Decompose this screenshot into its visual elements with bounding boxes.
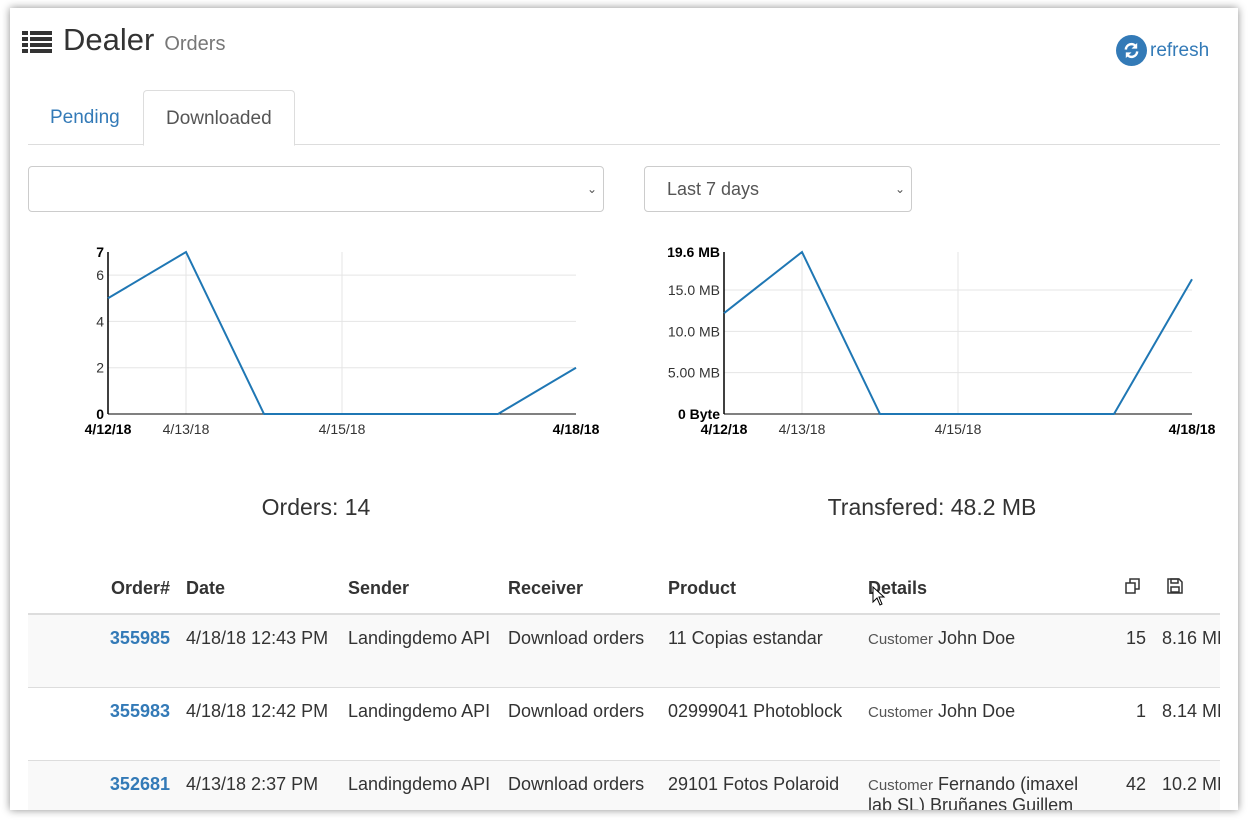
column-header-product[interactable]: Product	[660, 564, 860, 615]
y-tick-label: 19.6 MB	[667, 244, 720, 260]
tab-bar: Pending Downloaded	[28, 90, 1220, 146]
y-tick-label: 7	[96, 244, 104, 260]
copies-cell: 42	[1106, 759, 1154, 810]
x-tick-label: 4/18/18	[1169, 421, 1216, 437]
date-cell: 4/13/18 2:37 PM	[178, 759, 340, 810]
date-cell: 4/18/18 12:43 PM	[178, 613, 340, 687]
page-title: Dealer	[63, 22, 155, 57]
order-link[interactable]: 352681	[110, 774, 170, 794]
x-tick-label: 4/18/18	[553, 421, 600, 437]
y-tick-label: 0	[96, 406, 104, 422]
page-header: Dealer Orders	[22, 22, 225, 58]
transferred-total: Transfered: 48.2 MB	[827, 494, 1037, 520]
size-cell: 8.16 MB	[1154, 613, 1220, 687]
table-header-row: Order# Date Sender Receiver Product Deta…	[28, 564, 1220, 615]
orders-count: Orders: 14	[261, 494, 371, 520]
y-tick-label: 6	[96, 267, 104, 283]
details-label: Customer	[868, 776, 934, 794]
column-header-order[interactable]: Order#	[28, 564, 178, 615]
order-link[interactable]: 355985	[110, 628, 170, 648]
x-tick-label: 4/12/18	[85, 421, 132, 437]
column-header-sender[interactable]: Sender	[340, 564, 500, 615]
sender-cell: Landingdemo API	[340, 759, 500, 810]
account-select[interactable]: ⌄	[28, 166, 604, 212]
order-cell: 355983	[28, 686, 178, 760]
tab-downloaded[interactable]: Downloaded	[143, 90, 295, 146]
save-icon	[1167, 578, 1183, 594]
chevron-down-icon: ⌄	[586, 182, 597, 196]
product-cell: 02999041 Photoblock	[660, 686, 860, 760]
column-header-size[interactable]	[1154, 564, 1220, 615]
details-label: Customer	[868, 631, 934, 648]
y-tick-label: 2	[96, 360, 104, 376]
table-row[interactable]: 355985 4/18/18 12:43 PM Landingdemo API …	[28, 613, 1220, 687]
y-tick-label: 5.00 MB	[668, 365, 720, 381]
refresh-icon	[1116, 35, 1147, 66]
refresh-label: refresh	[1150, 39, 1210, 61]
table-row[interactable]: 352681 4/13/18 2:37 PM Landingdemo API D…	[28, 759, 1220, 810]
tab-pending[interactable]: Pending	[28, 90, 142, 145]
orders-chart-svg: 0 2 4 6 7 4/12/18 4/13/18 4/15/18 4/18/18	[85, 244, 600, 437]
transfer-chart-svg: 0 Byte 5.00 MB 10.0 MB 15.0 MB 19.6 MB 4/12/1…	[667, 244, 1216, 437]
column-header-receiver[interactable]: Receiver	[500, 564, 660, 615]
x-tick-label: 4/15/18	[319, 421, 366, 437]
y-tick-label: 0 Byte	[678, 406, 720, 422]
y-tick-label: 10.0 MB	[668, 323, 720, 339]
x-tick-label: 4/15/18	[935, 421, 982, 437]
orders-chart: 0 2 4 6 7 4/12/18 4/13/18 4/15/18 4/18/18	[10, 238, 610, 448]
details-cell: Customer John Doe	[860, 613, 1106, 687]
order-link[interactable]: 355983	[110, 701, 170, 721]
table-row[interactable]: 355983 4/18/18 12:42 PM Landingdemo API …	[28, 686, 1220, 760]
product-cell: 29101 Fotos Polaroid	[660, 759, 860, 810]
list-icon[interactable]	[22, 30, 52, 53]
orders-table: Order# Date Sender Receiver Product Deta…	[28, 564, 1220, 810]
copies-cell: 15	[1106, 613, 1154, 687]
mouse-cursor-icon	[872, 586, 886, 606]
receiver-cell: Download orders	[500, 759, 660, 810]
receiver-cell: Download orders	[500, 686, 660, 760]
copies-icon	[1125, 578, 1140, 594]
order-cell: 355985	[28, 613, 178, 687]
order-cell: 352681	[28, 759, 178, 810]
details-cell: Customer John Doe	[860, 686, 1106, 760]
column-header-copies[interactable]	[1106, 564, 1154, 615]
receiver-cell: Download orders	[500, 613, 660, 687]
x-tick-label: 4/13/18	[163, 421, 210, 437]
sender-cell: Landingdemo API	[340, 686, 500, 760]
x-tick-label: 4/13/18	[779, 421, 826, 437]
app-window: Dealer Orders refresh Pending Downloaded…	[10, 8, 1238, 810]
size-cell: 8.14 MB	[1154, 686, 1220, 760]
details-cell: Customer Fernando (imaxel lab SL) Bruñan…	[860, 759, 1106, 810]
date-cell: 4/18/18 12:42 PM	[178, 686, 340, 760]
details-value: John Doe	[938, 628, 1016, 648]
period-select[interactable]: Last 7 days ⌄	[644, 166, 912, 212]
size-cell: 10.2 MB	[1154, 759, 1220, 810]
page-subtitle: Orders	[164, 33, 226, 55]
refresh-button[interactable]: refresh	[1116, 35, 1209, 66]
copies-cell: 1	[1106, 686, 1154, 760]
chevron-down-icon: ⌄	[894, 182, 905, 196]
product-cell: 11 Copias estandar	[660, 613, 860, 687]
y-tick-label: 4	[96, 313, 104, 329]
sender-cell: Landingdemo API	[340, 613, 500, 687]
details-label: Customer	[868, 703, 934, 721]
column-header-date[interactable]: Date	[178, 564, 340, 615]
transfer-chart: 0 Byte 5.00 MB 10.0 MB 15.0 MB 19.6 MB 4/12/1…	[626, 238, 1238, 448]
column-header-details[interactable]: Details	[860, 564, 1106, 615]
details-value: John Doe	[938, 700, 1016, 721]
x-tick-label: 4/12/18	[701, 421, 748, 437]
y-tick-label: 15.0 MB	[668, 282, 720, 298]
period-select-value: Last 7 days	[667, 179, 760, 199]
